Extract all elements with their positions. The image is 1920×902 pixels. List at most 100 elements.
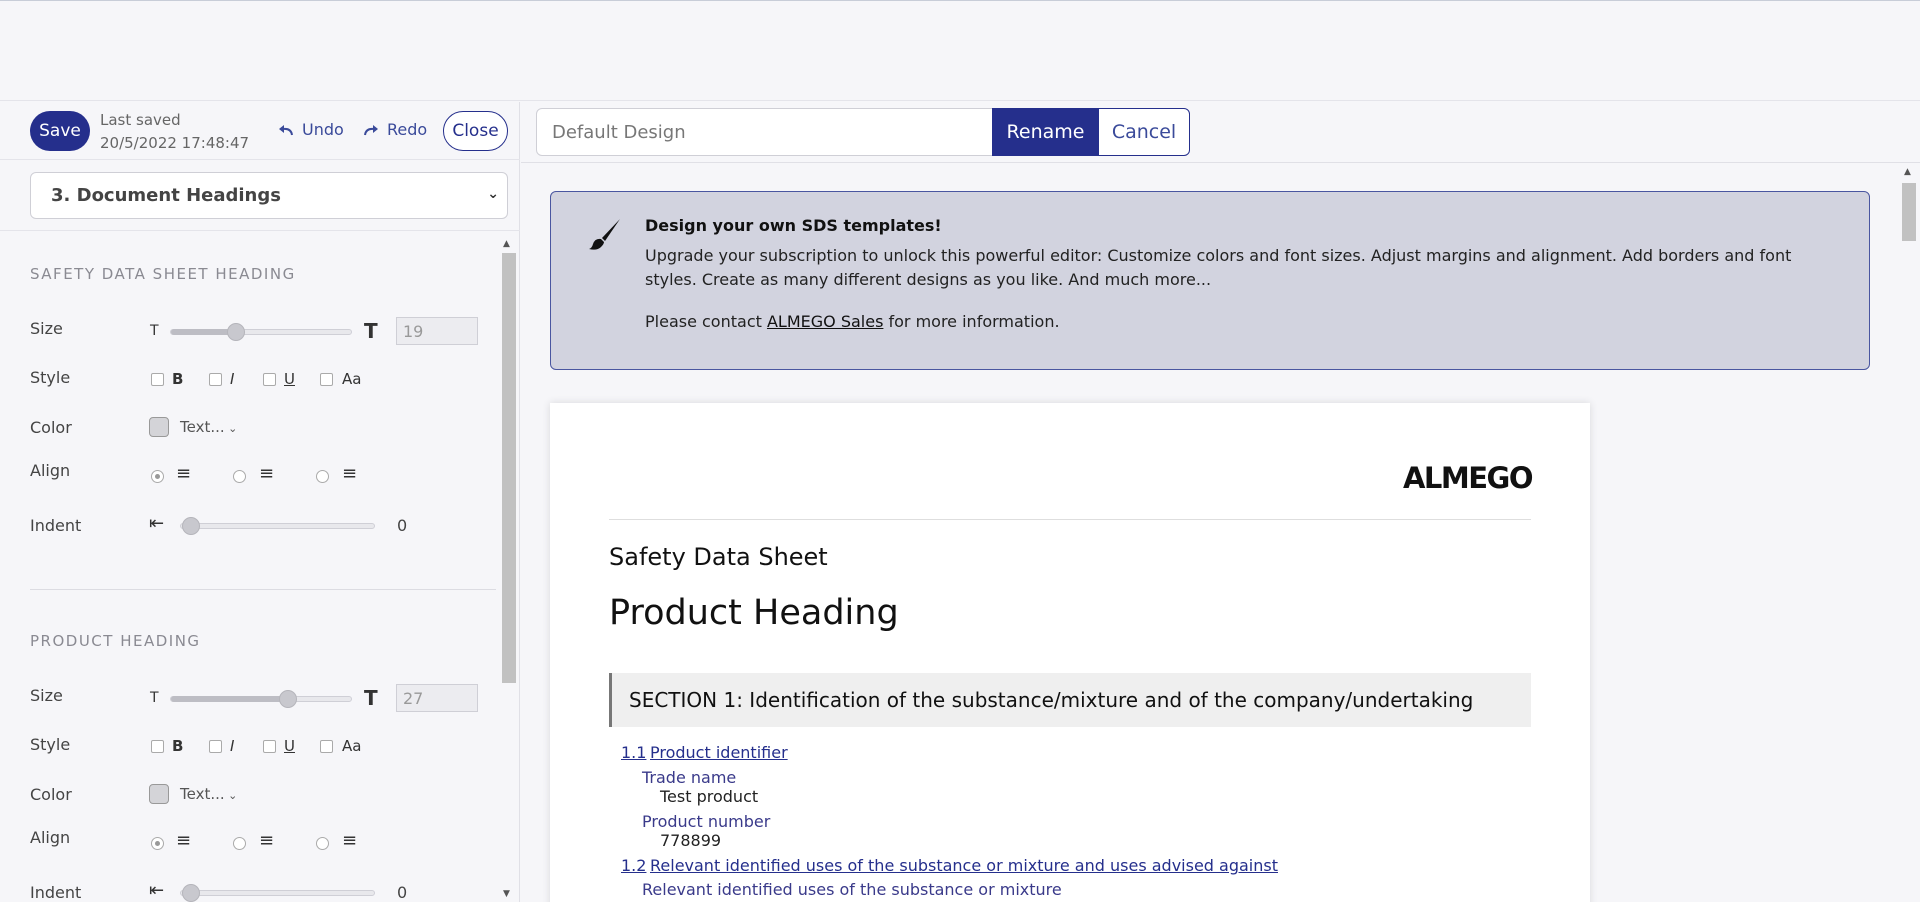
indent-slider[interactable] (180, 884, 375, 902)
indent-slider-knob[interactable] (182, 884, 200, 902)
align-right-radio[interactable] (316, 470, 329, 483)
color-dropdown-value: Text... (180, 418, 225, 436)
settings-scrollbar-thumb[interactable] (502, 253, 516, 683)
subsection-title-link[interactable]: Product identifier (650, 743, 788, 762)
size-input[interactable]: 19 (396, 317, 478, 345)
paintbrush-icon (589, 219, 620, 250)
italic-checkbox[interactable] (209, 373, 222, 386)
scroll-up-arrow-icon[interactable]: ▲ (1904, 167, 1911, 177)
size-slider[interactable] (170, 323, 352, 341)
indent-slider-knob[interactable] (182, 517, 200, 535)
group-divider (30, 589, 496, 590)
banner-contact: Please contact ALMEGO Sales for more inf… (645, 312, 1060, 331)
undo-button[interactable]: Undo (278, 120, 344, 139)
text-size-small-icon: T (150, 323, 159, 339)
style-label: Style (30, 735, 71, 754)
underline-checkbox[interactable] (263, 740, 276, 753)
subsection-number-link[interactable]: 1.2 (621, 856, 646, 875)
underline-checkbox[interactable] (263, 373, 276, 386)
top-band (0, 0, 1920, 101)
upgrade-banner: Design your own SDS templates! Upgrade y… (550, 191, 1870, 370)
banner-title: Design your own SDS templates! (645, 216, 942, 235)
trade-name-value: Test product (660, 787, 759, 806)
align-left-icon: ≡ (176, 463, 192, 484)
color-label: Color (30, 418, 72, 437)
align-center-icon: ≡ (259, 463, 275, 484)
scroll-up-arrow-icon[interactable]: ▲ (503, 239, 510, 249)
align-right-icon: ≡ (342, 463, 358, 484)
undo-label: Undo (302, 120, 344, 139)
italic-checkbox[interactable] (209, 740, 222, 753)
style-label: Style (30, 368, 71, 387)
group-title: PRODUCT HEADING (30, 632, 201, 650)
text-size-large-icon: T (364, 686, 378, 710)
close-button[interactable]: Close (443, 111, 508, 151)
rename-button[interactable]: Rename (992, 108, 1099, 156)
design-name-input[interactable]: Default Design (536, 108, 993, 156)
color-swatch[interactable] (149, 417, 169, 437)
indent-label: Indent (30, 883, 82, 902)
uppercase-label: Aa (342, 737, 362, 755)
size-slider-knob[interactable] (227, 323, 245, 341)
align-center-icon: ≡ (259, 830, 275, 851)
section-select-value: 3. Document Headings (51, 185, 281, 206)
color-dropdown[interactable]: Text... ⌄ (180, 785, 237, 803)
indent-value: 0 (397, 516, 408, 535)
contact-suffix: for more information. (883, 312, 1060, 331)
align-left-icon: ≡ (176, 830, 192, 851)
size-label: Size (30, 686, 63, 705)
last-saved-time: 20/5/2022 17:48:47 (100, 134, 250, 152)
sds-heading: Safety Data Sheet (609, 543, 828, 571)
preview-scrollbar-thumb[interactable] (1902, 183, 1916, 241)
trade-name-label: Trade name (642, 768, 737, 787)
company-logo: ALMEGO (1402, 461, 1534, 495)
sds-document-page: ALMEGO Safety Data Sheet Product Heading… (550, 403, 1590, 902)
indent-slider[interactable] (180, 517, 375, 535)
indent-label: Indent (30, 516, 82, 535)
color-dropdown[interactable]: Text... ⌄ (180, 418, 237, 436)
cancel-button[interactable]: Cancel (1098, 108, 1190, 156)
size-slider[interactable] (170, 690, 352, 708)
uppercase-checkbox[interactable] (320, 373, 333, 386)
bold-checkbox[interactable] (151, 373, 164, 386)
sales-link[interactable]: ALMEGO Sales (767, 312, 883, 331)
indent-icon: ⇤ (149, 880, 165, 901)
preview-area: Default Design Rename Cancel ▲ Design yo… (521, 102, 1920, 902)
redo-label: Redo (387, 120, 428, 139)
subsection-title-link[interactable]: Relevant identified uses of the substanc… (650, 856, 1278, 875)
align-left-radio[interactable] (151, 470, 164, 483)
color-swatch[interactable] (149, 784, 169, 804)
underline-label: U (284, 737, 295, 755)
chevron-down-icon: ⌄ (224, 789, 238, 802)
section-select[interactable]: 3. Document Headings ⌄ (30, 172, 508, 219)
align-label: Align (30, 828, 71, 847)
redo-icon (364, 124, 378, 135)
indent-value: 0 (397, 883, 408, 902)
size-input[interactable]: 27 (396, 684, 478, 712)
save-button[interactable]: Save (30, 111, 90, 151)
align-left-radio[interactable] (151, 837, 164, 850)
product-number-label: Product number (642, 812, 771, 831)
indent-icon: ⇤ (149, 513, 165, 534)
bold-checkbox[interactable] (151, 740, 164, 753)
align-center-radio[interactable] (233, 837, 246, 850)
editor-toolbar: Save Last saved 20/5/2022 17:48:47 Undo … (0, 102, 520, 160)
redo-button[interactable]: Redo (363, 120, 427, 139)
chevron-down-icon: ⌄ (224, 422, 238, 435)
uppercase-checkbox[interactable] (320, 740, 333, 753)
align-right-radio[interactable] (316, 837, 329, 850)
italic-label: I (230, 737, 235, 755)
chevron-down-icon: ⌄ (487, 186, 499, 202)
text-size-large-icon: T (364, 319, 378, 343)
editor-panel: Save Last saved 20/5/2022 17:48:47 Undo … (0, 102, 520, 902)
section-heading: SECTION 1: Identification of the substan… (609, 673, 1531, 727)
bold-label: B (172, 370, 184, 388)
uppercase-label: Aa (342, 370, 362, 388)
size-label: Size (30, 319, 63, 338)
align-center-radio[interactable] (233, 470, 246, 483)
subsection-number-link[interactable]: 1.1 (621, 743, 646, 762)
size-slider-knob[interactable] (279, 690, 297, 708)
document-preview: ▲ Design your own SDS templates! Upgrade… (521, 162, 1920, 902)
last-saved-info: Last saved 20/5/2022 17:48:47 (100, 109, 249, 155)
scroll-down-arrow-icon[interactable]: ▼ (503, 889, 510, 899)
